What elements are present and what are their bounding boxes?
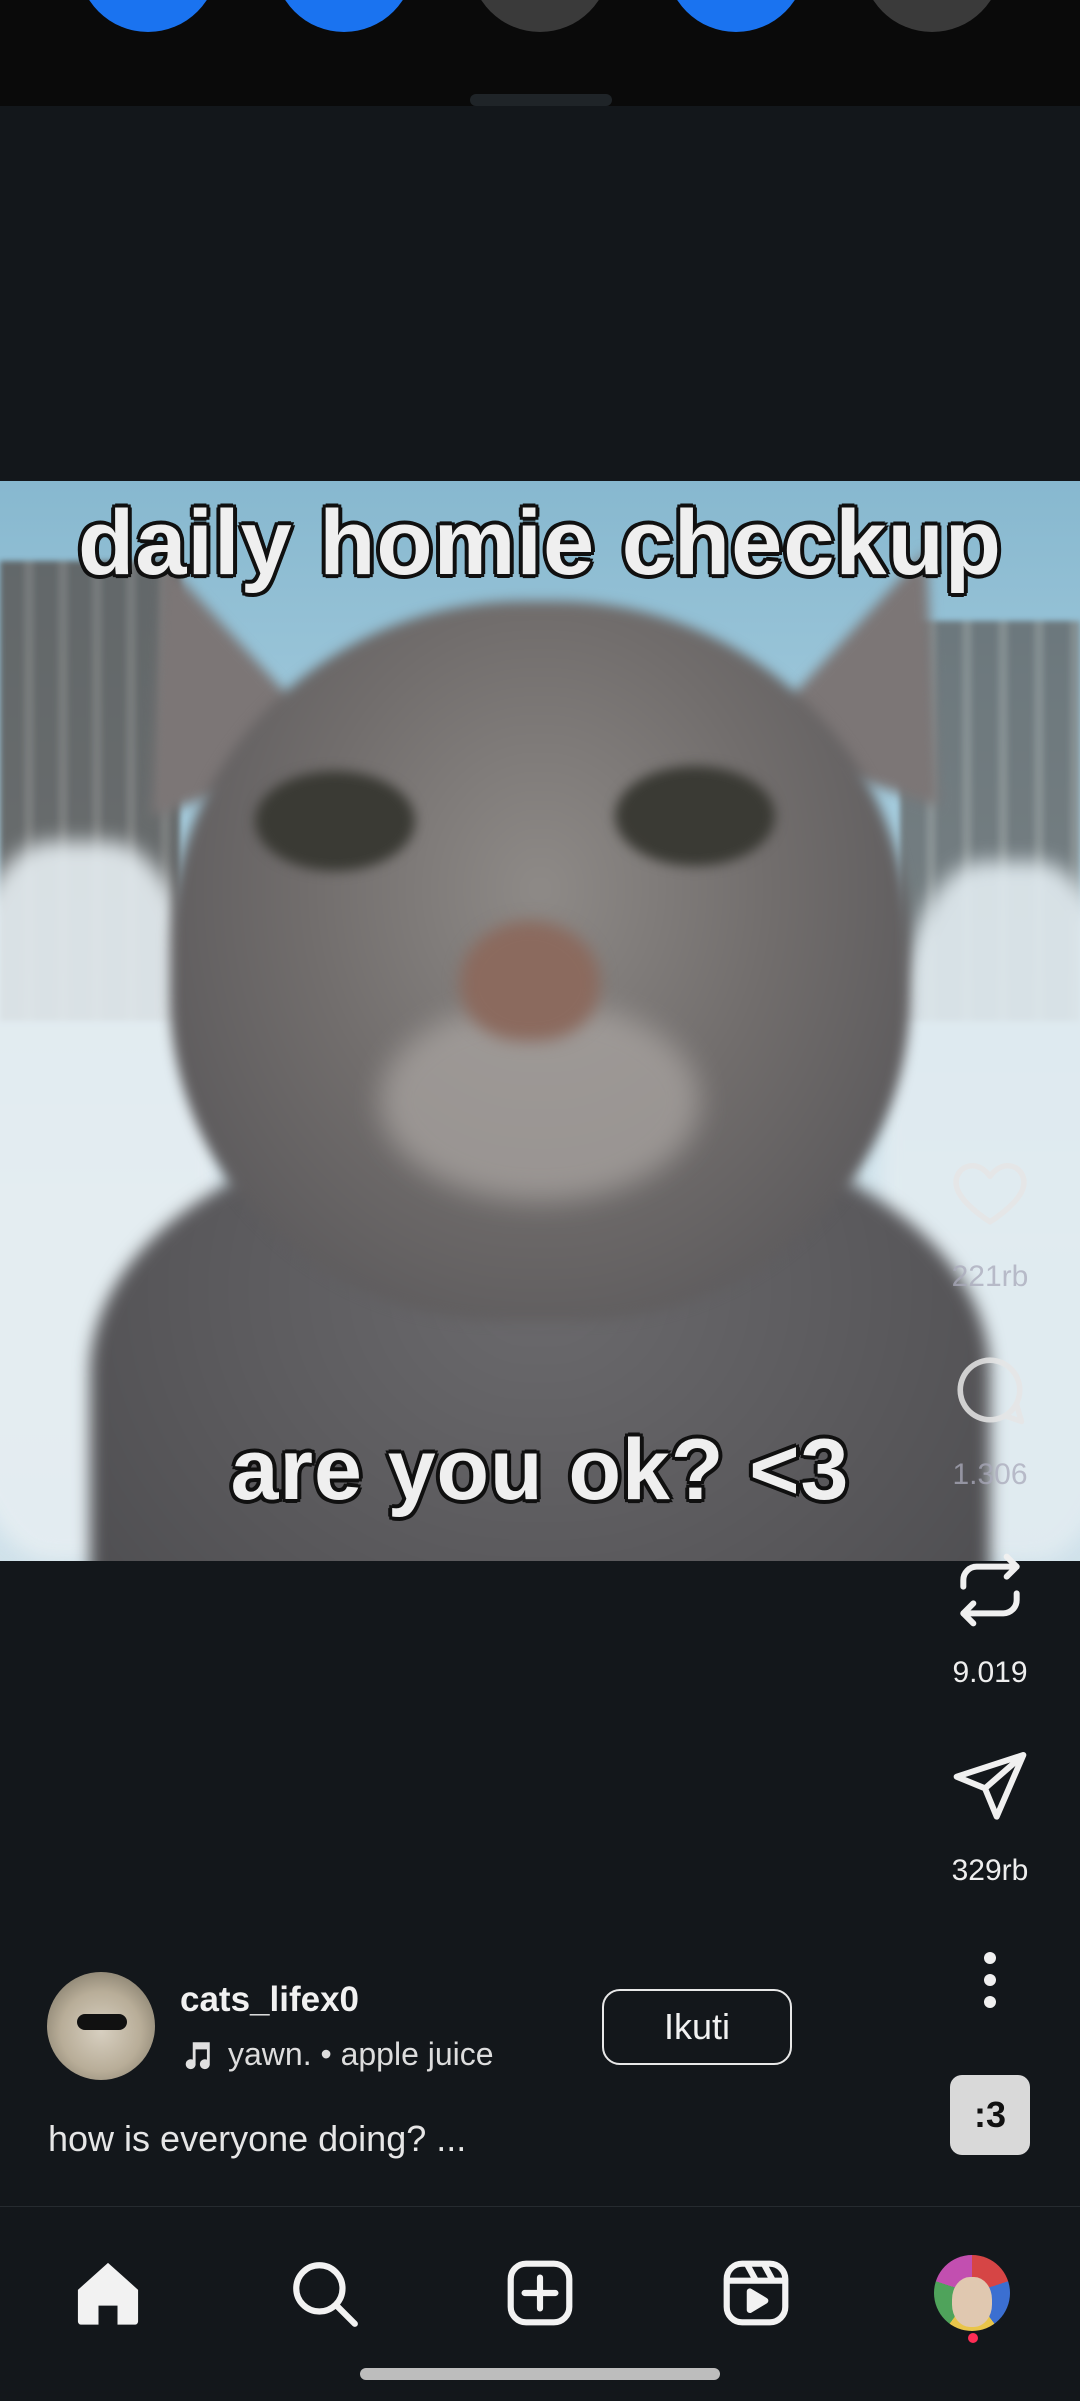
- quick-settings-strip: [0, 0, 1080, 106]
- nav-search[interactable]: [274, 2243, 374, 2343]
- post-caption[interactable]: how is everyone doing? ...: [48, 2118, 466, 2160]
- repost-icon: [960, 1553, 1020, 1627]
- comment-icon: [957, 1357, 1025, 1425]
- nav-profile[interactable]: [922, 2243, 1022, 2343]
- comment-count: 1.306: [952, 1458, 1028, 1491]
- quick-toggle-2[interactable]: [274, 0, 414, 32]
- nav-home[interactable]: [58, 2243, 158, 2343]
- send-icon: [953, 1752, 1027, 1820]
- music-note-icon: [185, 2041, 210, 2069]
- audio-track[interactable]: yawn. • apple juice: [180, 2036, 494, 2073]
- gesture-home-bar[interactable]: [360, 2368, 720, 2380]
- heart-icon: [953, 1162, 1027, 1225]
- profile-face: [952, 2277, 992, 2327]
- more-options-button[interactable]: [940, 1930, 1040, 2030]
- share-count: 329rb: [951, 1854, 1029, 1887]
- author-avatar[interactable]: [47, 1972, 155, 2080]
- like-button[interactable]: [940, 1142, 1040, 1242]
- create-icon: [507, 2260, 573, 2326]
- follow-button[interactable]: Ikuti: [602, 1989, 792, 2065]
- audio-sticker[interactable]: :3: [950, 2075, 1030, 2155]
- repost-count: 9.019: [952, 1656, 1028, 1689]
- nav-create[interactable]: [490, 2243, 590, 2343]
- audio-title: yawn. • apple juice: [228, 2036, 494, 2072]
- author-username[interactable]: cats_lifex0: [180, 1980, 359, 2020]
- cat-eye: [255, 771, 415, 871]
- reel-video[interactable]: daily homie checkup are you ok? <3: [0, 481, 1080, 1561]
- repost-button[interactable]: [940, 1540, 1040, 1640]
- quick-toggle-3[interactable]: [470, 0, 610, 32]
- quick-toggle-1[interactable]: [78, 0, 218, 32]
- sunglasses-graphic: [77, 2014, 127, 2030]
- comment-button[interactable]: [940, 1340, 1040, 1440]
- home-icon: [77, 2262, 139, 2325]
- like-count: 221rb: [951, 1260, 1029, 1293]
- notification-dot: [968, 2333, 978, 2343]
- video-caption-top: daily homie checkup: [78, 492, 1002, 594]
- cat-nose: [460, 921, 600, 1041]
- profile-avatar: [934, 2255, 1010, 2331]
- share-button[interactable]: [940, 1735, 1040, 1835]
- quick-toggle-5[interactable]: [862, 0, 1002, 32]
- quick-toggle-4[interactable]: [666, 0, 806, 32]
- more-vertical-icon: [984, 1952, 996, 2008]
- nav-reels[interactable]: [706, 2243, 806, 2343]
- reels-icon: [723, 2260, 789, 2326]
- search-icon: [293, 2262, 358, 2327]
- drag-handle[interactable]: [470, 94, 612, 106]
- cat-eye: [615, 766, 775, 866]
